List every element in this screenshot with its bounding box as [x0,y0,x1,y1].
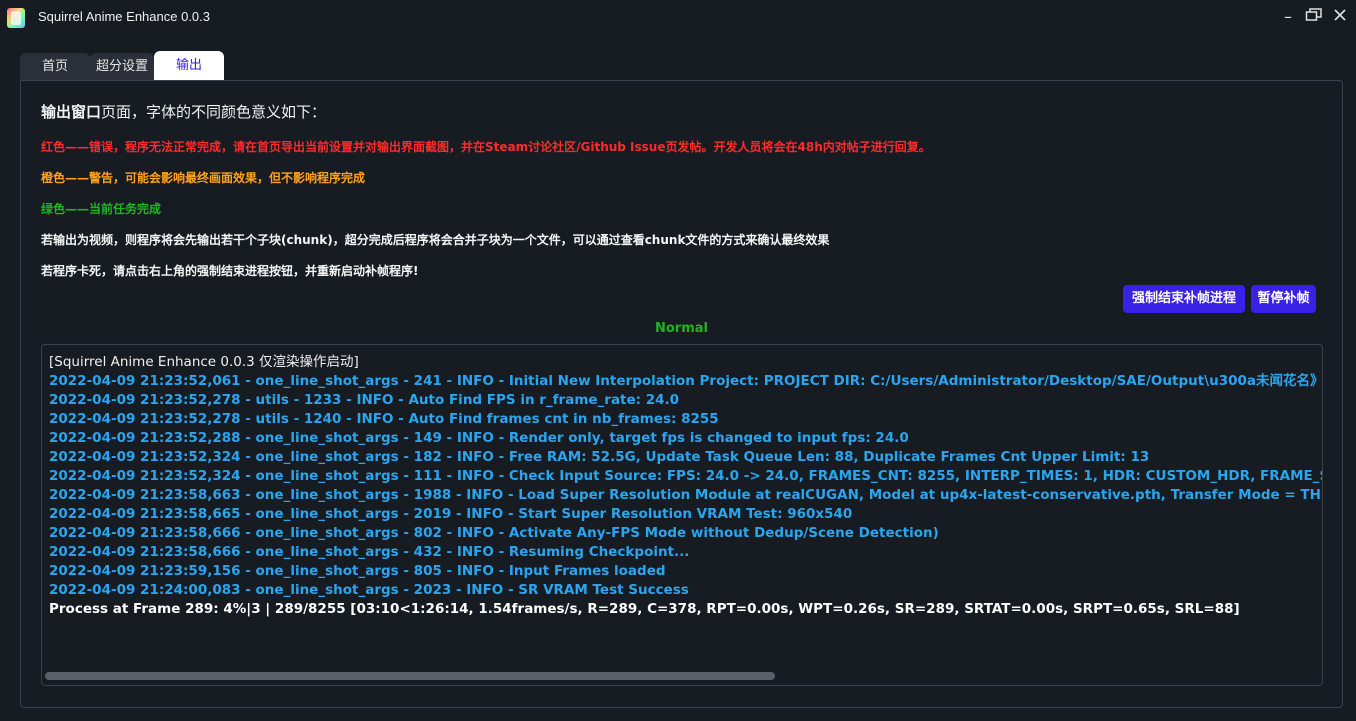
tab-super-resolution-settings[interactable]: 超分设置 [90,53,154,80]
log-line: 2022-04-09 21:23:58,663 - one_line_shot_… [49,487,1323,503]
stuck-note: 若程序卡死，请点击右上角的强制结束进程按钮，并重新启动补帧程序! [41,264,419,278]
minimize-icon[interactable]: – [1277,7,1299,27]
progress-line: Process at Frame 289: 4%|3 | 289/8255 [0… [49,601,1240,617]
log-line: 2022-04-09 21:23:52,278 - utils - 1240 -… [49,411,719,427]
restore-icon[interactable] [1303,7,1325,27]
intro-rest: 页面，字体的不同颜色意义如下： [101,103,327,121]
chunk-note: 若输出为视频，则程序将会先输出若干个子块(chunk)，超分完成后程序将会合并子… [41,233,830,247]
title-bar: Squirrel Anime Enhance 0.0.3 – [0,0,1356,36]
status-label: Normal [655,321,708,336]
force-kill-button[interactable]: 强制结束补帧进程 [1123,285,1245,313]
horizontal-scrollbar[interactable] [45,672,775,680]
tab-output[interactable]: 输出 [154,51,224,80]
log-line: 2022-04-09 21:23:52,061 - one_line_shot_… [49,373,1323,389]
log-line: 2022-04-09 21:24:00,083 - one_line_shot_… [49,582,689,598]
close-icon[interactable] [1329,7,1351,27]
log-line: 2022-04-09 21:23:52,324 - one_line_shot_… [49,449,1150,465]
log-line: 2022-04-09 21:23:52,324 - one_line_shot_… [49,468,1323,484]
app-logo-icon [7,8,25,28]
log-line: 2022-04-09 21:23:52,288 - one_line_shot_… [49,430,909,446]
log-content: [Squirrel Anime Enhance 0.0.3 仅渲染操作启动] 2… [49,353,1323,619]
pause-button[interactable]: 暂停补帧 [1251,285,1316,313]
log-line: 2022-04-09 21:23:59,156 - one_line_shot_… [49,563,666,579]
log-line: 2022-04-09 21:23:58,666 - one_line_shot_… [49,544,690,560]
log-line: [Squirrel Anime Enhance 0.0.3 仅渲染操作启动] [49,354,359,370]
legend-orange: 橙色——警告，可能会影响最终画面效果，但不影响程序完成 [41,171,366,185]
intro-text: 输出窗口页面，字体的不同颜色意义如下： [41,101,326,122]
output-panel: 输出窗口页面，字体的不同颜色意义如下： 红色——错误，程序无法正常完成，请在首页… [20,80,1343,708]
legend-red: 红色——错误，程序无法正常完成，请在首页导出当前设置并对输出界面截图，并在Ste… [41,140,931,154]
window-title: Squirrel Anime Enhance 0.0.3 [38,9,210,24]
log-line: 2022-04-09 21:23:52,278 - utils - 1233 -… [49,392,680,408]
legend-green: 绿色——当前任务完成 [41,202,162,216]
intro-bold: 输出窗口 [41,103,102,121]
log-line: 2022-04-09 21:23:58,666 - one_line_shot_… [49,525,939,541]
tab-home[interactable]: 首页 [20,53,90,80]
log-line: 2022-04-09 21:23:58,665 - one_line_shot_… [49,506,853,522]
log-output[interactable]: [Squirrel Anime Enhance 0.0.3 仅渲染操作启动] 2… [41,344,1323,686]
